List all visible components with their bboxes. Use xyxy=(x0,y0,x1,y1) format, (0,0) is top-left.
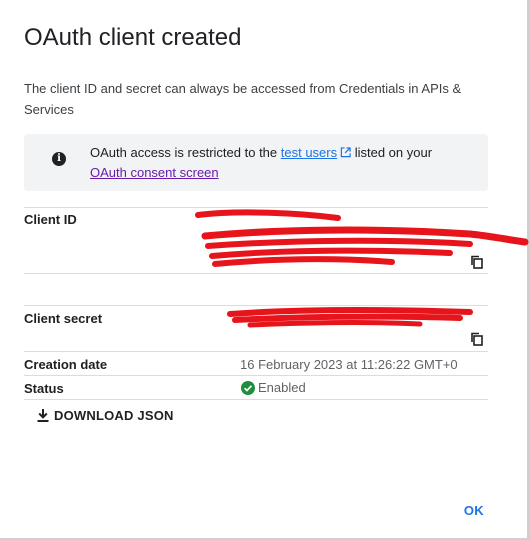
dialog-title: OAuth client created xyxy=(24,24,242,51)
redaction-stroke xyxy=(247,320,423,328)
redaction-stroke xyxy=(201,226,529,246)
status-indicator: Enabled xyxy=(241,380,306,395)
redaction-stroke xyxy=(232,313,463,323)
dialog-description: The client ID and secret can always be a… xyxy=(24,81,462,117)
divider xyxy=(24,375,488,376)
status-label: Status xyxy=(24,381,64,396)
divider xyxy=(24,207,488,208)
test-users-link[interactable]: test users xyxy=(281,145,337,160)
ok-button[interactable]: OK xyxy=(464,503,484,518)
client-id-label: Client ID xyxy=(24,212,77,227)
oauth-consent-screen-link[interactable]: OAuth consent screen xyxy=(90,165,219,180)
status-value: Enabled xyxy=(258,380,306,395)
notice-message: OAuth access is restricted to the test u… xyxy=(90,143,470,183)
divider xyxy=(24,305,488,306)
divider xyxy=(24,351,488,352)
open-in-new-icon[interactable] xyxy=(340,147,351,158)
divider xyxy=(24,273,488,274)
redaction-stroke xyxy=(227,306,473,317)
notice-text-after: listed on your xyxy=(351,145,433,160)
content-copy-icon[interactable] xyxy=(470,332,484,346)
redaction-stroke xyxy=(209,247,453,259)
notice-banner: i OAuth access is restricted to the test… xyxy=(24,134,488,191)
redaction-stroke xyxy=(205,237,473,249)
redaction-stroke xyxy=(195,209,341,221)
creation-date-label: Creation date xyxy=(24,357,108,372)
notice-text-before: OAuth access is restricted to the xyxy=(90,145,281,160)
download-json-button[interactable]: DOWNLOAD JSON xyxy=(36,408,174,423)
download-icon xyxy=(37,409,49,422)
check-circle-icon xyxy=(241,380,255,395)
divider xyxy=(24,399,488,400)
creation-date-value: 16 February 2023 at 11:26:22 GMT+0 xyxy=(240,357,458,372)
redaction-stroke xyxy=(212,256,395,267)
info-icon: i xyxy=(52,152,66,166)
content-copy-icon[interactable] xyxy=(470,255,484,269)
client-secret-label: Client secret xyxy=(24,311,103,326)
download-json-label: DOWNLOAD JSON xyxy=(54,408,174,423)
